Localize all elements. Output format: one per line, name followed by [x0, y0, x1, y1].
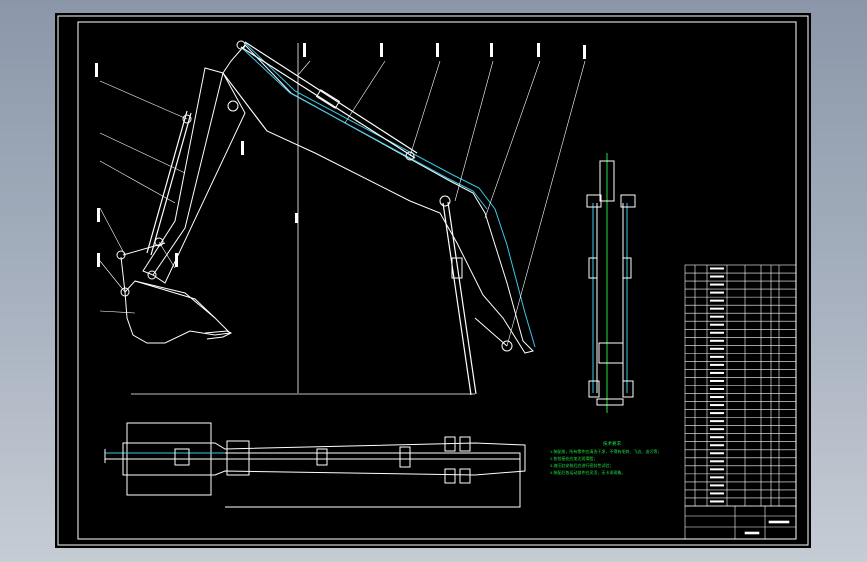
- notes-heading: 技术要求: [603, 440, 621, 447]
- table-cell-text: [710, 355, 724, 358]
- table-cell-text: [710, 323, 724, 326]
- table-cell-text: [710, 291, 724, 294]
- table-cell-text: [710, 476, 724, 479]
- table-cell-text: [710, 404, 724, 407]
- table-cell-text: [710, 412, 724, 415]
- table-cell-text: [710, 299, 724, 302]
- table-cell-text: [710, 267, 724, 270]
- table-cell-text: [710, 460, 724, 463]
- note-line-1: 1.装配前，所有零件应清洗干净，不得有毛刺、飞边、油污等；: [550, 448, 661, 454]
- table-cell-text: [710, 444, 724, 447]
- parts-list-table: [684, 264, 797, 507]
- inner-border: [77, 21, 797, 540]
- balloon-labels: [95, 43, 586, 267]
- table-cell-text: [710, 396, 724, 399]
- table-cell-text: [710, 347, 724, 350]
- arm-side-view: [116, 40, 536, 396]
- table-cell-text: [710, 388, 724, 390]
- table-cell-text: [710, 468, 724, 471]
- note-line-2: 2.各铰接处应加注润滑脂；: [550, 455, 597, 461]
- technical-notes: 技术要求 1.装配前，所有零件应清洗干净，不得有毛刺、飞边、油污等； 2.各铰接…: [550, 440, 661, 475]
- note-line-3: 3.液压缸安装后应进行密封性试验；: [550, 462, 613, 468]
- table-cell-text: [710, 379, 724, 382]
- table-cell-text: [710, 500, 724, 503]
- table-cell-text: [710, 484, 724, 487]
- table-cell-text: [710, 307, 724, 310]
- drawing-sheet: 技术要求 1.装配前，所有零件应清洗干净，不得有毛刺、飞边、油污等； 2.各铰接…: [55, 13, 811, 548]
- table-cell-text: [710, 275, 724, 278]
- table-cell-text: [710, 339, 724, 342]
- table-cell-text: [710, 452, 724, 455]
- table-cell-text: [710, 315, 724, 318]
- arm-front-view: [586, 153, 636, 413]
- table-cell-text: [710, 420, 724, 423]
- table-cell-text: [710, 428, 724, 431]
- table-cell-text: [710, 363, 724, 366]
- cad-drawing: 技术要求 1.装配前，所有零件应清洗干净，不得有毛刺、飞边、油污等； 2.各铰接…: [57, 15, 809, 546]
- arm-top-view: [104, 422, 526, 508]
- note-line-4: 4.装配后各运动部件应灵活，无卡滞现象。: [550, 469, 625, 475]
- title-block: [684, 505, 797, 540]
- table-cell-text: [710, 436, 724, 439]
- table-cell-text: [710, 283, 724, 286]
- table-cell-text: [710, 331, 724, 334]
- table-cell-text: [710, 371, 724, 374]
- table-cell-text: [710, 492, 724, 495]
